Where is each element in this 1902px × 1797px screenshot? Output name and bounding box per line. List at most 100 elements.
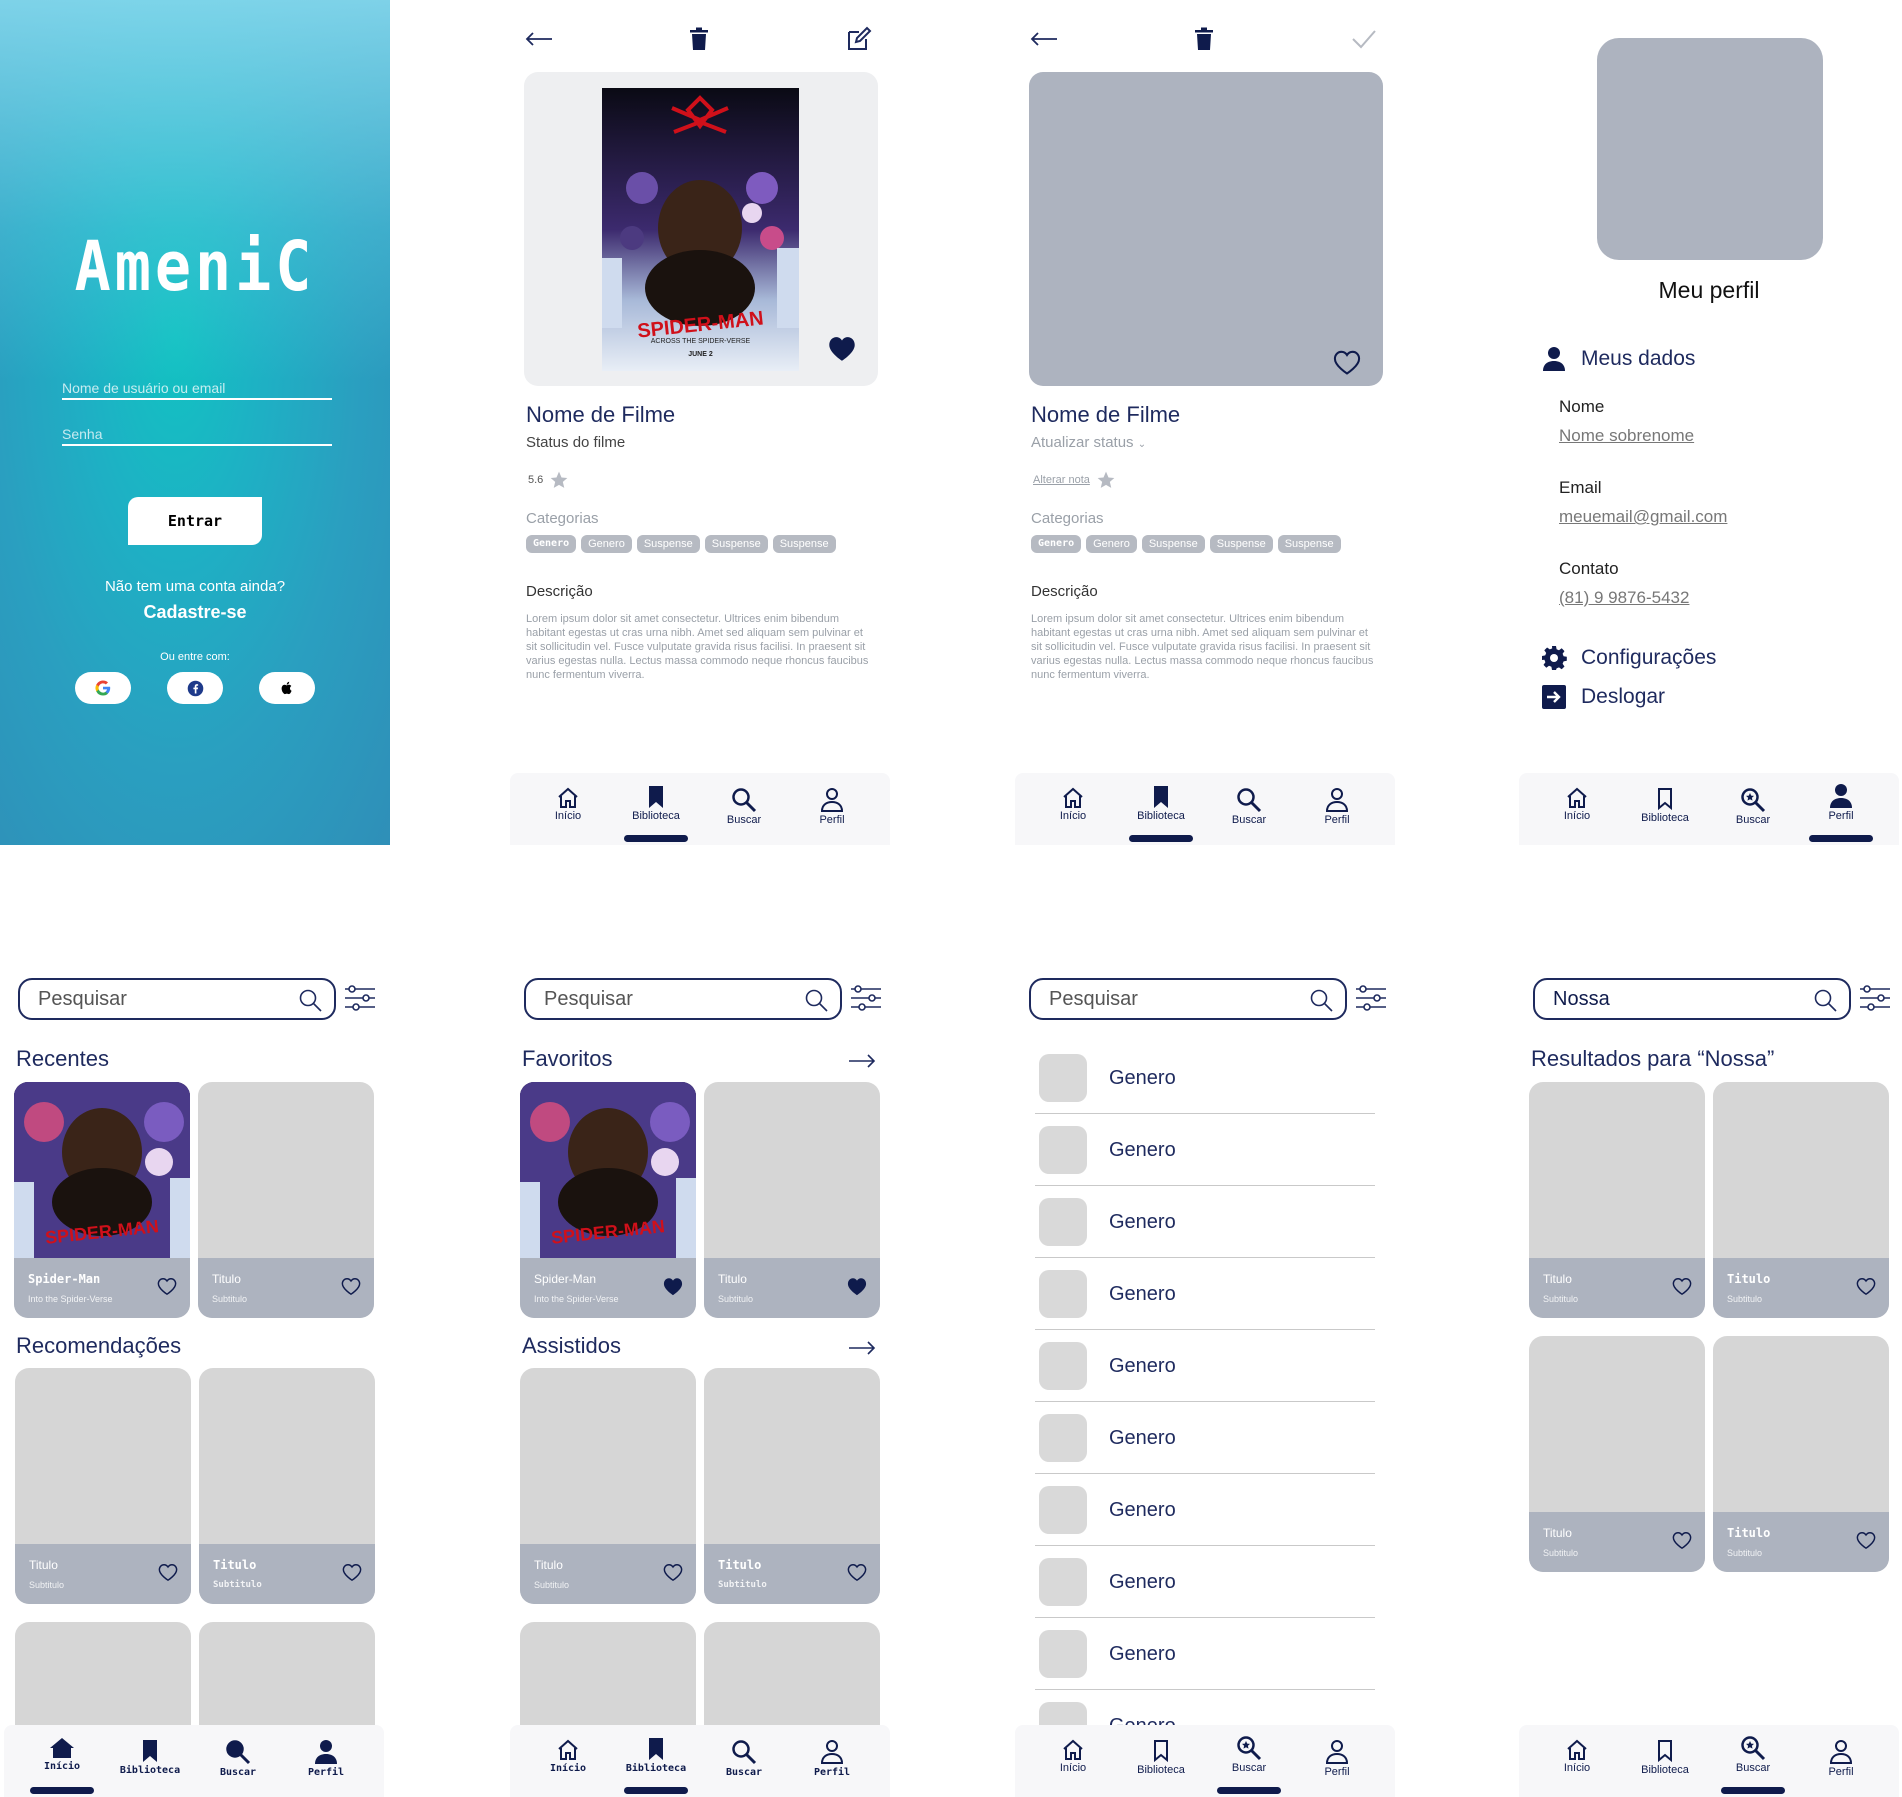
nav-search[interactable]: Buscar bbox=[1709, 1735, 1797, 1774]
edit-button[interactable] bbox=[844, 24, 874, 54]
genre-item[interactable]: Genero bbox=[1035, 1474, 1375, 1546]
movie-card[interactable]: Titulo Subtitulo bbox=[704, 1082, 880, 1318]
delete-button[interactable] bbox=[684, 24, 714, 54]
search-icon[interactable] bbox=[804, 988, 828, 1012]
nav-library[interactable]: Biblioteca bbox=[1117, 1739, 1205, 1776]
nav-library[interactable]: Biblioteca bbox=[1621, 1739, 1709, 1776]
movie-card[interactable]: Titulo Subtitulo bbox=[1529, 1082, 1705, 1318]
poster-placeholder[interactable] bbox=[1029, 72, 1383, 386]
genre-item[interactable]: Genero bbox=[1035, 1042, 1375, 1114]
movie-card[interactable]: SPIDER-MAN Spider-Man Into the Spider-Ve… bbox=[14, 1082, 190, 1318]
filter-icon[interactable] bbox=[1355, 984, 1387, 1012]
search-icon[interactable] bbox=[298, 988, 322, 1012]
nav-profile[interactable]: Perfil bbox=[788, 787, 876, 826]
movie-card[interactable]: Titulo Subtitulo bbox=[520, 1368, 696, 1604]
nav-home[interactable]: Início bbox=[1029, 787, 1117, 822]
nav-home[interactable]: Início bbox=[1533, 1739, 1621, 1774]
heart-outline-icon[interactable] bbox=[846, 1562, 868, 1582]
genre-item[interactable]: Genero bbox=[1035, 1546, 1375, 1618]
heart-outline-icon[interactable] bbox=[1855, 1276, 1877, 1296]
filter-icon[interactable] bbox=[850, 984, 882, 1012]
update-status-select[interactable]: Atualizar status ⌄ bbox=[1031, 434, 1146, 451]
settings-button[interactable]: Configurações bbox=[1541, 645, 1716, 671]
category-chip[interactable]: Suspense bbox=[1209, 535, 1273, 553]
movie-card[interactable]: Titulo Subtitulo bbox=[198, 1082, 374, 1318]
nav-search[interactable]: Buscar bbox=[194, 1739, 282, 1778]
back-button[interactable] bbox=[524, 24, 554, 54]
heart-outline-icon[interactable] bbox=[341, 1562, 363, 1582]
category-chip[interactable]: Genero bbox=[1031, 535, 1082, 553]
category-chip[interactable]: Suspense bbox=[1141, 535, 1205, 553]
nav-search[interactable]: Buscar bbox=[700, 1739, 788, 1778]
confirm-button[interactable] bbox=[1349, 24, 1379, 54]
back-button[interactable] bbox=[1029, 24, 1059, 54]
movie-card[interactable]: Titulo Subtitulo bbox=[15, 1368, 191, 1604]
arrow-right-icon[interactable] bbox=[848, 1054, 876, 1068]
category-chip[interactable]: Genero bbox=[581, 535, 632, 553]
movie-card[interactable]: SPIDER-MAN Spider-Man Into the Spider-Ve… bbox=[520, 1082, 696, 1318]
nav-search[interactable]: Buscar bbox=[1709, 787, 1797, 826]
nav-search[interactable]: Buscar bbox=[700, 787, 788, 826]
movie-card[interactable]: Titulo Subtitulo bbox=[1713, 1336, 1889, 1572]
login-button[interactable]: Entrar bbox=[128, 497, 262, 545]
nav-profile[interactable]: Perfil bbox=[788, 1739, 876, 1778]
logout-button[interactable]: Deslogar bbox=[1541, 684, 1665, 710]
nav-profile[interactable]: Perfil bbox=[1797, 783, 1885, 822]
genre-item[interactable]: Genero bbox=[1035, 1618, 1375, 1690]
genre-item[interactable]: Genero bbox=[1035, 1330, 1375, 1402]
nav-library[interactable]: Biblioteca bbox=[1117, 785, 1205, 822]
nav-library[interactable]: Biblioteca bbox=[612, 785, 700, 822]
heart-outline-icon[interactable] bbox=[1671, 1530, 1693, 1550]
facebook-login-button[interactable] bbox=[167, 672, 223, 704]
filter-icon[interactable] bbox=[1859, 984, 1891, 1012]
nav-library[interactable]: Biblioteca bbox=[612, 1737, 700, 1774]
nav-library[interactable]: Biblioteca bbox=[106, 1739, 194, 1776]
heart-outline-icon[interactable] bbox=[1855, 1530, 1877, 1550]
nav-search[interactable]: Buscar bbox=[1205, 787, 1293, 826]
heart-filled-icon[interactable] bbox=[662, 1276, 684, 1296]
arrow-right-icon[interactable] bbox=[848, 1341, 876, 1355]
star-icon[interactable] bbox=[1096, 470, 1116, 490]
genre-item[interactable]: Genero bbox=[1035, 1402, 1375, 1474]
heart-filled-icon[interactable] bbox=[846, 1276, 868, 1296]
nav-profile[interactable]: Perfil bbox=[282, 1739, 370, 1778]
google-login-button[interactable] bbox=[75, 672, 131, 704]
movie-card[interactable]: Titulo Subtitulo bbox=[1529, 1336, 1705, 1572]
nav-library[interactable]: Biblioteca bbox=[1621, 787, 1709, 824]
category-chip[interactable]: Suspense bbox=[636, 535, 700, 553]
password-field[interactable]: Senha bbox=[62, 426, 332, 446]
username-field[interactable]: Nome de usuário ou email bbox=[62, 380, 332, 400]
nav-profile[interactable]: Perfil bbox=[1293, 1739, 1381, 1778]
movie-card[interactable]: Titulo Subtitulo bbox=[704, 1368, 880, 1604]
avatar[interactable] bbox=[1597, 38, 1823, 260]
contact-value[interactable]: (81) 9 9876-5432 bbox=[1559, 588, 1689, 608]
search-bar[interactable]: Nossa bbox=[1533, 978, 1851, 1020]
category-chip[interactable]: Suspense bbox=[772, 535, 836, 553]
search-bar[interactable]: Pesquisar bbox=[524, 978, 842, 1020]
search-bar[interactable]: Pesquisar bbox=[1029, 978, 1347, 1020]
heart-filled-icon[interactable] bbox=[826, 334, 858, 362]
signup-link[interactable]: Cadastre-se bbox=[0, 602, 390, 623]
nav-home[interactable]: Início bbox=[1533, 787, 1621, 822]
heart-outline-icon[interactable] bbox=[1671, 1276, 1693, 1296]
nav-home[interactable]: Início bbox=[524, 787, 612, 822]
filter-icon[interactable] bbox=[344, 984, 376, 1012]
nav-home[interactable]: Início bbox=[524, 1739, 612, 1774]
movie-card[interactable]: Titulo Subtitulo bbox=[1713, 1082, 1889, 1318]
nav-profile[interactable]: Perfil bbox=[1293, 787, 1381, 826]
search-icon[interactable] bbox=[1813, 988, 1837, 1012]
nav-profile[interactable]: Perfil bbox=[1797, 1739, 1885, 1778]
heart-outline-icon[interactable] bbox=[1331, 348, 1363, 376]
email-value[interactable]: meuemail@gmail.com bbox=[1559, 507, 1727, 527]
heart-outline-icon[interactable] bbox=[340, 1276, 362, 1296]
delete-button[interactable] bbox=[1189, 24, 1219, 54]
nav-home[interactable]: Início bbox=[1029, 1739, 1117, 1774]
heart-outline-icon[interactable] bbox=[662, 1562, 684, 1582]
description-text[interactable]: Lorem ipsum dolor sit amet consectetur. … bbox=[1031, 612, 1381, 682]
search-icon[interactable] bbox=[1309, 988, 1333, 1012]
category-chip[interactable]: Suspense bbox=[1277, 535, 1341, 553]
genre-item[interactable]: Genero bbox=[1035, 1114, 1375, 1186]
heart-outline-icon[interactable] bbox=[157, 1562, 179, 1582]
category-chip[interactable]: Genero bbox=[526, 535, 577, 553]
genre-item[interactable]: Genero bbox=[1035, 1258, 1375, 1330]
